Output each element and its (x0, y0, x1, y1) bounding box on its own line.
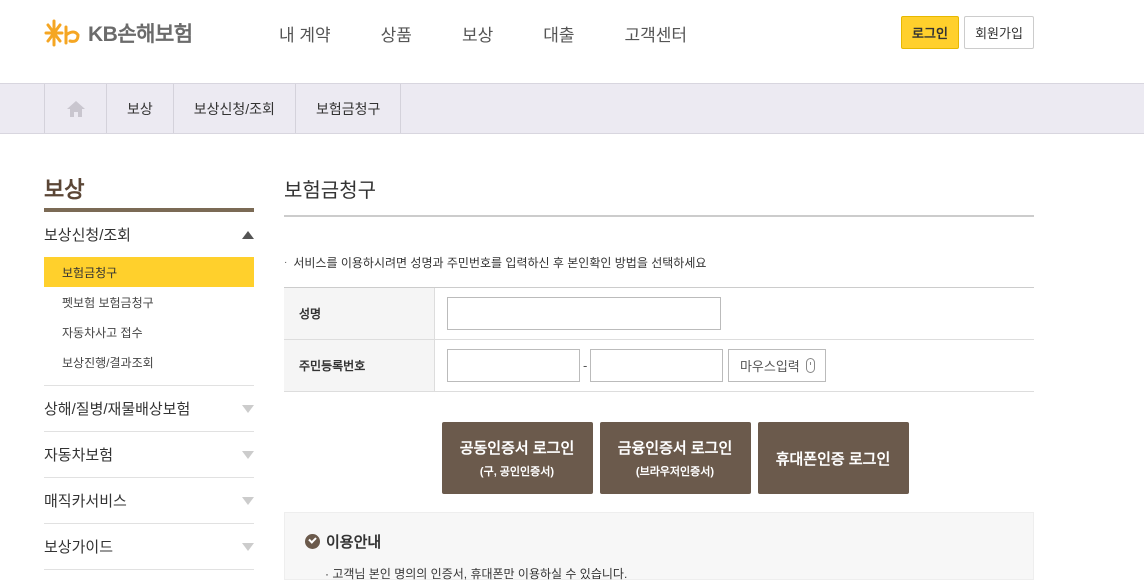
notice-label: 서비스를 이용하시려면 성명과 주민번호를 입력하신 후 본인확인 방법을 선택… (293, 256, 707, 270)
auth-button-label: 공동인증서 로그인 (459, 440, 575, 457)
jumin-back-input[interactable] (590, 349, 724, 382)
side-nav-item-label: 보상신청/조회 (44, 227, 131, 244)
side-nav-item-claim-inquiry[interactable]: 보상신청/조회 (44, 212, 254, 257)
breadcrumb-item-claim-inquiry[interactable]: 보상신청/조회 (174, 84, 296, 133)
side-nav-sub-insurance-claim[interactable]: 보험금청구 (44, 257, 254, 287)
usage-guide-text: · 고객님 본인 명의의 인증서, 휴대폰만 이용하실 수 있습니다. (325, 567, 628, 581)
nav-loans[interactable]: 대출 (543, 21, 574, 46)
side-nav-item-label: 보상가이드 (44, 539, 114, 556)
side-nav-item-label: 상해/질병/재물배상보험 (44, 401, 191, 418)
kb-star-logo-icon (44, 19, 80, 47)
main-content: 보험금청구 · 서비스를 이용하시려면 성명과 주민번호를 입력하신 후 본인확… (284, 172, 1034, 494)
side-nav-group-guide: 보상가이드 (44, 524, 254, 570)
usage-guide-title-text: 이용안내 (326, 534, 382, 551)
mouse-input-button[interactable]: 마우스입력 (728, 349, 827, 382)
side-nav-item-label: 자동차보험 (44, 447, 114, 464)
side-nav-group-claim-inquiry: 보상신청/조회 보험금청구 펫보험 보험금청구 자동차사고 접수 보상진행/결과… (44, 212, 254, 386)
breadcrumb-item-claims[interactable]: 보상 (107, 84, 174, 133)
expand-arrow-icon (242, 404, 254, 413)
breadcrumb-item-insurance-claim[interactable]: 보험금청구 (296, 84, 402, 133)
jumin-label: 주민등록번호 (284, 340, 435, 391)
mouse-icon (805, 358, 815, 373)
side-nav: 보상 보상신청/조회 보험금청구 펫보험 보험금청구 자동차사고 접수 보상진행… (44, 172, 254, 570)
side-nav-sub-claim-status[interactable]: 보상진행/결과조회 (44, 347, 254, 377)
side-nav-item-guide[interactable]: 보상가이드 (44, 524, 254, 569)
side-nav-group-auto: 자동차보험 (44, 432, 254, 478)
breadcrumb-home[interactable] (45, 84, 107, 133)
main-nav: 내 계약 상품 보상 대출 고객센터 (279, 21, 737, 46)
home-icon (66, 100, 85, 117)
nav-claims[interactable]: 보상 (462, 21, 493, 46)
join-button[interactable]: 회원가입 (964, 16, 1034, 49)
usage-guide-title: 이용안내 (305, 531, 381, 552)
side-nav-submenu: 보험금청구 펫보험 보험금청구 자동차사고 접수 보상진행/결과조회 (44, 257, 254, 385)
site-header: KB손해보험 내 계약 상품 보상 대출 고객센터 로그인 회원가입 (0, 0, 1144, 84)
jumin-front-input[interactable] (447, 349, 580, 382)
auth-button-sublabel: (구, 공인인증서) (479, 466, 555, 478)
name-label: 성명 (284, 288, 435, 339)
notice-text: · 서비스를 이용하시려면 성명과 주민번호를 입력하신 후 본인확인 방법을 … (284, 254, 1034, 271)
side-nav-item-magiccar[interactable]: 매직카서비스 (44, 478, 254, 523)
form-row-name: 성명 (284, 288, 1034, 340)
form-row-jumin: 주민등록번호 - 마우스입력 (284, 340, 1034, 392)
mouse-input-label: 마우스입력 (739, 359, 800, 374)
financial-cert-login-button[interactable]: 금융인증서 로그인 (브라우저인증서) (599, 422, 751, 494)
phone-auth-login-button[interactable]: 휴대폰인증 로그인 (757, 422, 909, 494)
breadcrumb-bar: 보상 보상신청/조회 보험금청구 (0, 83, 1144, 134)
collapse-arrow-icon (242, 230, 254, 239)
side-nav-title: 보상 (44, 172, 254, 212)
check-circle-icon (305, 534, 320, 549)
nav-products[interactable]: 상품 (381, 21, 412, 46)
jumin-dash: - (583, 358, 588, 373)
logo-text: KB손해보험 (88, 23, 193, 46)
auth-buttons: 공동인증서 로그인 (구, 공인인증서) 금융인증서 로그인 (브라우저인증서)… (284, 422, 1034, 494)
expand-arrow-icon (242, 542, 254, 551)
identity-form: 성명 주민등록번호 - 마우스입력 (284, 287, 1034, 392)
bullet-icon: · (284, 257, 288, 268)
side-nav-item-injury[interactable]: 상해/질병/재물배상보험 (44, 386, 254, 431)
expand-arrow-icon (242, 450, 254, 459)
expand-arrow-icon (242, 496, 254, 505)
side-nav-item-label: 매직카서비스 (44, 493, 127, 510)
nav-customer-center[interactable]: 고객센터 (625, 21, 688, 46)
side-nav-group-magiccar: 매직카서비스 (44, 478, 254, 524)
kb-logo[interactable]: KB손해보험 (44, 18, 193, 48)
name-cell (435, 288, 1034, 339)
joint-cert-login-button[interactable]: 공동인증서 로그인 (구, 공인인증서) (441, 422, 593, 494)
page-title: 보험금청구 (284, 172, 1034, 217)
login-button[interactable]: 로그인 (901, 16, 959, 49)
auth-button-sublabel: (브라우저인증서) (635, 466, 715, 478)
side-nav-sub-car-accident[interactable]: 자동차사고 접수 (44, 317, 254, 347)
name-input[interactable] (447, 297, 721, 330)
jumin-cell: - 마우스입력 (435, 340, 1034, 391)
nav-my-contract[interactable]: 내 계약 (279, 21, 331, 46)
side-nav-item-auto[interactable]: 자동차보험 (44, 432, 254, 477)
side-nav-group-injury: 상해/질병/재물배상보험 (44, 386, 254, 432)
auth-button-label: 금융인증서 로그인 (617, 440, 733, 457)
side-nav-sub-pet-claim[interactable]: 펫보험 보험금청구 (44, 287, 254, 317)
breadcrumb: 보상 보상신청/조회 보험금청구 (44, 84, 402, 133)
usage-guide: 이용안내 · 고객님 본인 명의의 인증서, 휴대폰만 이용하실 수 있습니다. (284, 512, 1034, 581)
auth-button-label: 휴대폰인증 로그인 (775, 450, 891, 468)
